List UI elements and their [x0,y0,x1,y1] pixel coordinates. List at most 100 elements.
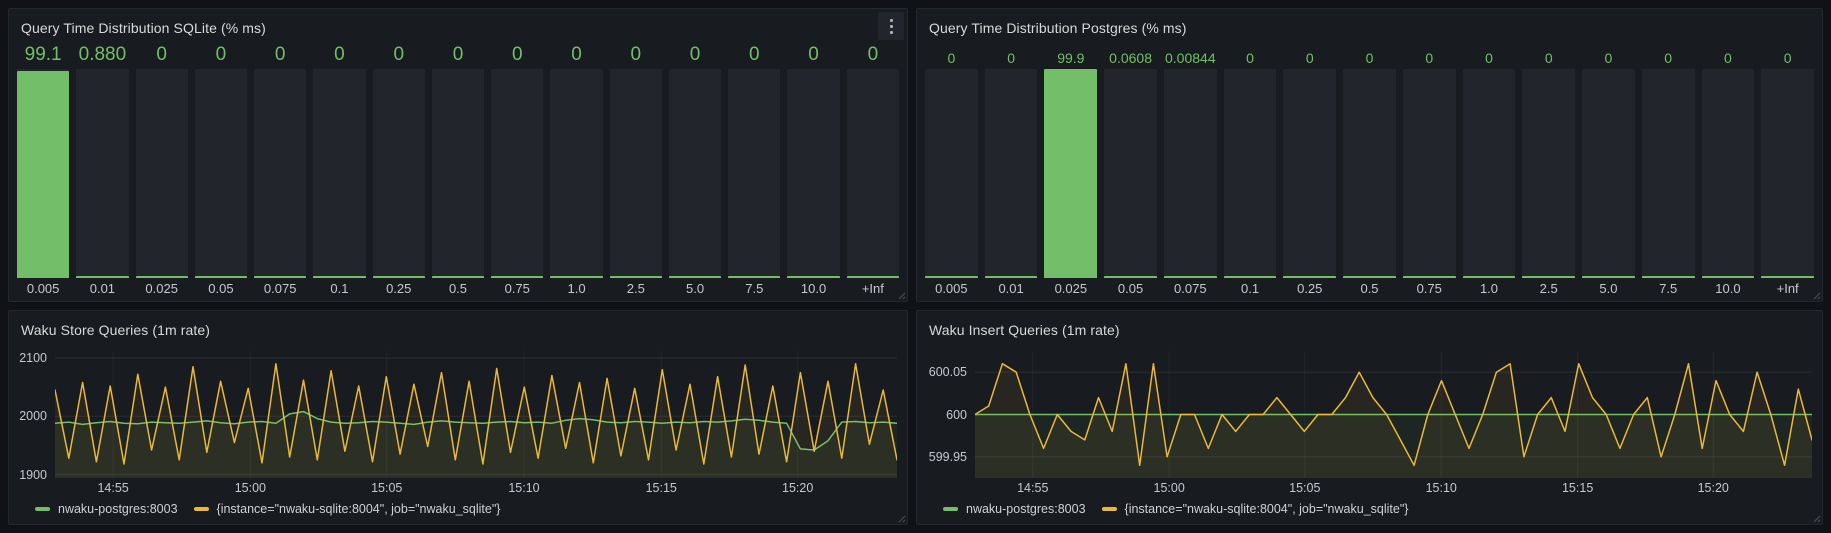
resize-handle-icon[interactable] [1811,290,1821,300]
panel-header: Waku Insert Queries (1m rate) [917,311,1822,343]
bar-column: 07.5 [1642,43,1695,297]
bar-column: 0+Inf [847,43,899,297]
bar-column: 02.5 [1522,43,1575,297]
bar-fill [432,276,484,278]
kebab-menu-icon[interactable] [878,12,904,40]
panel-query-time-sqlite: Query Time Distribution SQLite (% ms) 99… [8,8,908,302]
bar-track [1403,69,1456,278]
bar-track [1104,69,1157,278]
bar-x-label: 10.0 [1702,278,1755,297]
bar-track [1283,69,1336,278]
bar-value-label: 0 [1283,43,1336,69]
resize-handle-icon[interactable] [896,513,906,523]
bar-x-label: 7.5 [1642,278,1695,297]
panel-title[interactable]: Waku Store Queries (1m rate) [21,322,210,338]
bar-x-label: 0.75 [1403,278,1456,297]
bar-x-label: 0.025 [1044,278,1097,297]
panel-title[interactable]: Query Time Distribution Postgres (% ms) [929,20,1187,36]
bar-fill [1582,276,1635,278]
bar-fill [76,276,128,278]
bar-x-label: 2.5 [1522,278,1575,297]
panel-header: Query Time Distribution Postgres (% ms) [917,9,1822,41]
bar-column: 0.880 0.01 [76,43,128,297]
bar-column: 00.25 [1283,43,1336,297]
bar-track [1582,69,1635,278]
y-axis-tick-label: 599.95 [929,450,967,464]
bar-fill [1522,276,1575,278]
bar-x-label: 1.0 [550,278,602,297]
x-axis-tick-label: 15:10 [1426,481,1457,495]
time-series-plot[interactable] [55,351,897,478]
resize-handle-icon[interactable] [896,290,906,300]
bar-value-label: 0.880 [76,43,128,69]
legend-item[interactable]: {instance="nwaku-sqlite:8004", job="nwak… [1102,502,1409,516]
bar-value-label: 0 [669,43,721,69]
bar-column: 010.0 [1702,43,1755,297]
panel-title[interactable]: Query Time Distribution SQLite (% ms) [21,20,266,36]
y-axis-tick-label: 600.05 [929,365,967,379]
bar-x-label: 0.25 [1283,278,1336,297]
bar-value-label: 0 [491,43,543,69]
y-axis-tick-label: 600 [946,408,967,422]
x-axis-tick-label: 15:20 [1698,481,1729,495]
legend-series-swatch [194,507,209,511]
bar-fill [1343,276,1396,278]
bar-x-label: 0.05 [195,278,247,297]
bar-x-label: 0.01 [985,278,1038,297]
y-axis-tick-label: 1900 [19,468,47,482]
bar-x-label: 10.0 [787,278,839,297]
bar-fill [136,276,188,278]
bar-value-label: 0 [847,43,899,69]
bar-value-label: 0 [728,43,780,69]
bar-column: 0.008440.075 [1164,43,1217,297]
bar-fill [1104,276,1157,278]
bar-value-label: 0 [1761,43,1814,69]
bar-track [1224,69,1277,278]
bar-column: 00.75 [1403,43,1456,297]
bar-fill [373,276,425,278]
bar-track [669,69,721,278]
panel-waku-insert-queries: Waku Insert Queries (1m rate) 600.05 600 5… [916,310,1823,525]
chart-area: 600.05 600 599.95 [917,343,1822,478]
x-axis-tick-label: 15:05 [1289,481,1320,495]
bar-x-label: 1.0 [1463,278,1516,297]
bar-track [985,69,1038,278]
bar-value-label: 0 [1582,43,1635,69]
legend-item[interactable]: nwaku-postgres:8003 [943,502,1086,516]
bar-column: 00.05 [195,43,247,297]
bar-fill [491,276,543,278]
legend-item[interactable]: nwaku-postgres:8003 [35,502,178,516]
bar-x-label: 5.0 [669,278,721,297]
bar-x-label: 0.01 [76,278,128,297]
x-axis-tick-label: 15:00 [235,481,266,495]
x-axis-tick-label: 14:55 [1017,481,1048,495]
bar-track [1522,69,1575,278]
bar-x-label: 0.075 [254,278,306,297]
bar-track [373,69,425,278]
bar-column: 0+Inf [1761,43,1814,297]
time-series-plot[interactable] [975,351,1812,478]
bar-x-label: 0.005 [17,278,69,297]
bar-value-label: 0 [925,43,978,69]
legend-item[interactable]: {instance="nwaku-sqlite:8004", job="nwak… [194,502,501,516]
legend-series-label: {instance="nwaku-sqlite:8004", job="nwak… [217,502,501,516]
bar-track [195,69,247,278]
x-axis: 14:5515:0015:0515:1015:1515:20 [975,478,1812,498]
legend-series-label: {instance="nwaku-sqlite:8004", job="nwak… [1125,502,1409,516]
bar-fill [1283,276,1336,278]
legend: nwaku-postgres:8003 {instance="nwaku-sqli… [917,498,1822,524]
bar-value-label: 99.9 [1044,43,1097,69]
x-axis-tick-label: 15:00 [1154,481,1185,495]
resize-handle-icon[interactable] [1811,513,1821,523]
panel-waku-store-queries: Waku Store Queries (1m rate) 21002000190… [8,310,908,525]
bar-track [254,69,306,278]
bar-value-label: 0.00844 [1164,43,1217,69]
bar-x-label: 0.025 [136,278,188,297]
bar-value-label: 0 [985,43,1038,69]
bar-column: 00.005 [925,43,978,297]
bar-x-label: 0.25 [373,278,425,297]
bar-column: 99.9 0.025 [1044,43,1097,297]
panel-title[interactable]: Waku Insert Queries (1m rate) [929,322,1120,338]
bar-value-label: 0 [1702,43,1755,69]
chart-area: 210020001900 [9,343,907,478]
